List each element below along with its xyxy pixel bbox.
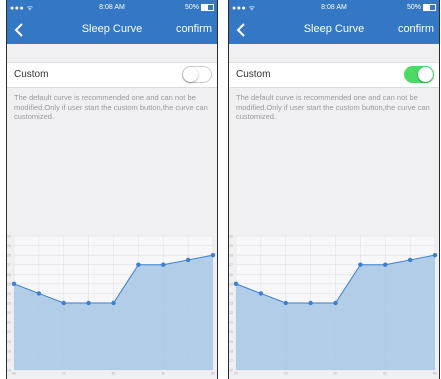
status-bar: ●●● ᯤ 8:08 AM 50%: [6, 0, 218, 16]
battery-percent: 50%: [184, 4, 199, 11]
y-tick-label: 26: [7, 273, 11, 277]
x-tick-label: 4h: [334, 372, 338, 376]
battery-percent: 50%: [406, 4, 421, 11]
custom-toggle[interactable]: [182, 66, 212, 83]
x-tick-label: 4h: [112, 372, 116, 376]
custom-label: Custom: [14, 69, 49, 80]
toggle-knob: [183, 67, 198, 82]
x-tick-label: 6h: [161, 372, 165, 376]
y-tick-label: 20: [229, 330, 233, 334]
curve-point[interactable]: [11, 281, 17, 287]
y-tick-label: 16: [7, 369, 11, 373]
y-tick-label: 21: [229, 321, 233, 325]
y-tick-label: 27: [229, 263, 233, 267]
custom-label: Custom: [236, 69, 271, 80]
y-tick-label: 25: [229, 282, 233, 286]
description-text: The default curve is recommended one and…: [14, 93, 208, 121]
curve-point[interactable]: [383, 262, 388, 267]
y-tick-label: 18: [7, 349, 11, 353]
phone-screen-left: ●●● ᯤ 8:08 AM 50% Sleep Curve confirm Cu…: [6, 0, 218, 379]
y-tick-label: 18: [229, 349, 233, 353]
y-tick-label: 17: [229, 359, 233, 363]
x-tick-label: 2h: [62, 372, 66, 376]
x-tick-label: 0h: [12, 372, 16, 376]
curve-point[interactable]: [407, 257, 413, 263]
curve-point[interactable]: [258, 291, 264, 296]
y-tick-label: 19: [7, 340, 11, 344]
curve-point[interactable]: [161, 262, 166, 267]
confirm-button[interactable]: confirm: [176, 23, 212, 35]
sleep-curve-chart[interactable]: 16 17 18 19 20 21 22 23 24 25 26 27 28 29 30 0h 2h 4h 6h 8h: [228, 230, 440, 376]
y-tick-label: 22: [229, 311, 233, 315]
custom-row: Custom: [228, 62, 440, 88]
curve-point[interactable]: [333, 300, 338, 306]
curve-point[interactable]: [233, 281, 239, 287]
y-tick-label: 24: [7, 292, 11, 296]
y-tick-label: 23: [229, 302, 233, 306]
curve-point[interactable]: [358, 262, 363, 267]
y-tick-label: 26: [229, 273, 233, 277]
y-tick-label: 29: [229, 244, 233, 248]
curve-point[interactable]: [111, 300, 116, 306]
y-tick-label: 25: [7, 282, 11, 286]
y-tick-label: 30: [7, 235, 11, 239]
curve-point[interactable]: [61, 300, 66, 306]
y-tick-label: 28: [7, 254, 11, 258]
y-tick-label: 19: [229, 340, 233, 344]
custom-row: Custom: [6, 62, 218, 88]
y-tick-label: 20: [7, 330, 11, 334]
curve-point[interactable]: [283, 300, 288, 306]
curve-point[interactable]: [36, 291, 42, 296]
x-tick-label: 8h: [211, 372, 215, 376]
curve-point[interactable]: [86, 300, 91, 306]
y-tick-label: 17: [7, 359, 11, 363]
curve-point[interactable]: [136, 262, 141, 267]
y-tick-label: 24: [229, 292, 233, 296]
y-tick-label: 16: [229, 369, 233, 373]
curve-point[interactable]: [308, 300, 313, 306]
confirm-button[interactable]: confirm: [398, 23, 434, 35]
x-tick-label: 6h: [383, 372, 387, 376]
phone-screen-right: ●●● ᯤ 8:08 AM 50% Sleep Curve confirm Cu…: [228, 0, 440, 379]
y-tick-label: 23: [7, 302, 11, 306]
y-tick-label: 21: [7, 321, 11, 325]
y-tick-label: 30: [229, 235, 233, 239]
custom-toggle[interactable]: [404, 66, 434, 83]
curve-point[interactable]: [185, 257, 191, 263]
x-tick-label: 2h: [284, 372, 288, 376]
toggle-knob: [418, 67, 433, 82]
curve-point[interactable]: [432, 252, 438, 258]
y-tick-label: 28: [229, 254, 233, 258]
y-tick-label: 27: [7, 263, 11, 267]
description-text: The default curve is recommended one and…: [236, 93, 430, 121]
nav-bar: Sleep Curve confirm: [228, 16, 440, 44]
x-tick-label: 8h: [433, 372, 437, 376]
x-tick-label: 0h: [234, 372, 238, 376]
sleep-curve-chart[interactable]: 16 17 18 19 20 21 22 23 24 25 26 27 28 29 30 0h 2h 4h 6h 8h: [6, 230, 218, 376]
y-tick-label: 29: [7, 244, 11, 248]
battery-icon: [201, 4, 214, 11]
y-tick-label: 22: [7, 311, 11, 315]
battery-icon: [423, 4, 436, 11]
nav-bar: Sleep Curve confirm: [6, 16, 218, 44]
status-bar: ●●● ᯤ 8:08 AM 50%: [228, 0, 440, 16]
curve-point[interactable]: [210, 252, 216, 258]
